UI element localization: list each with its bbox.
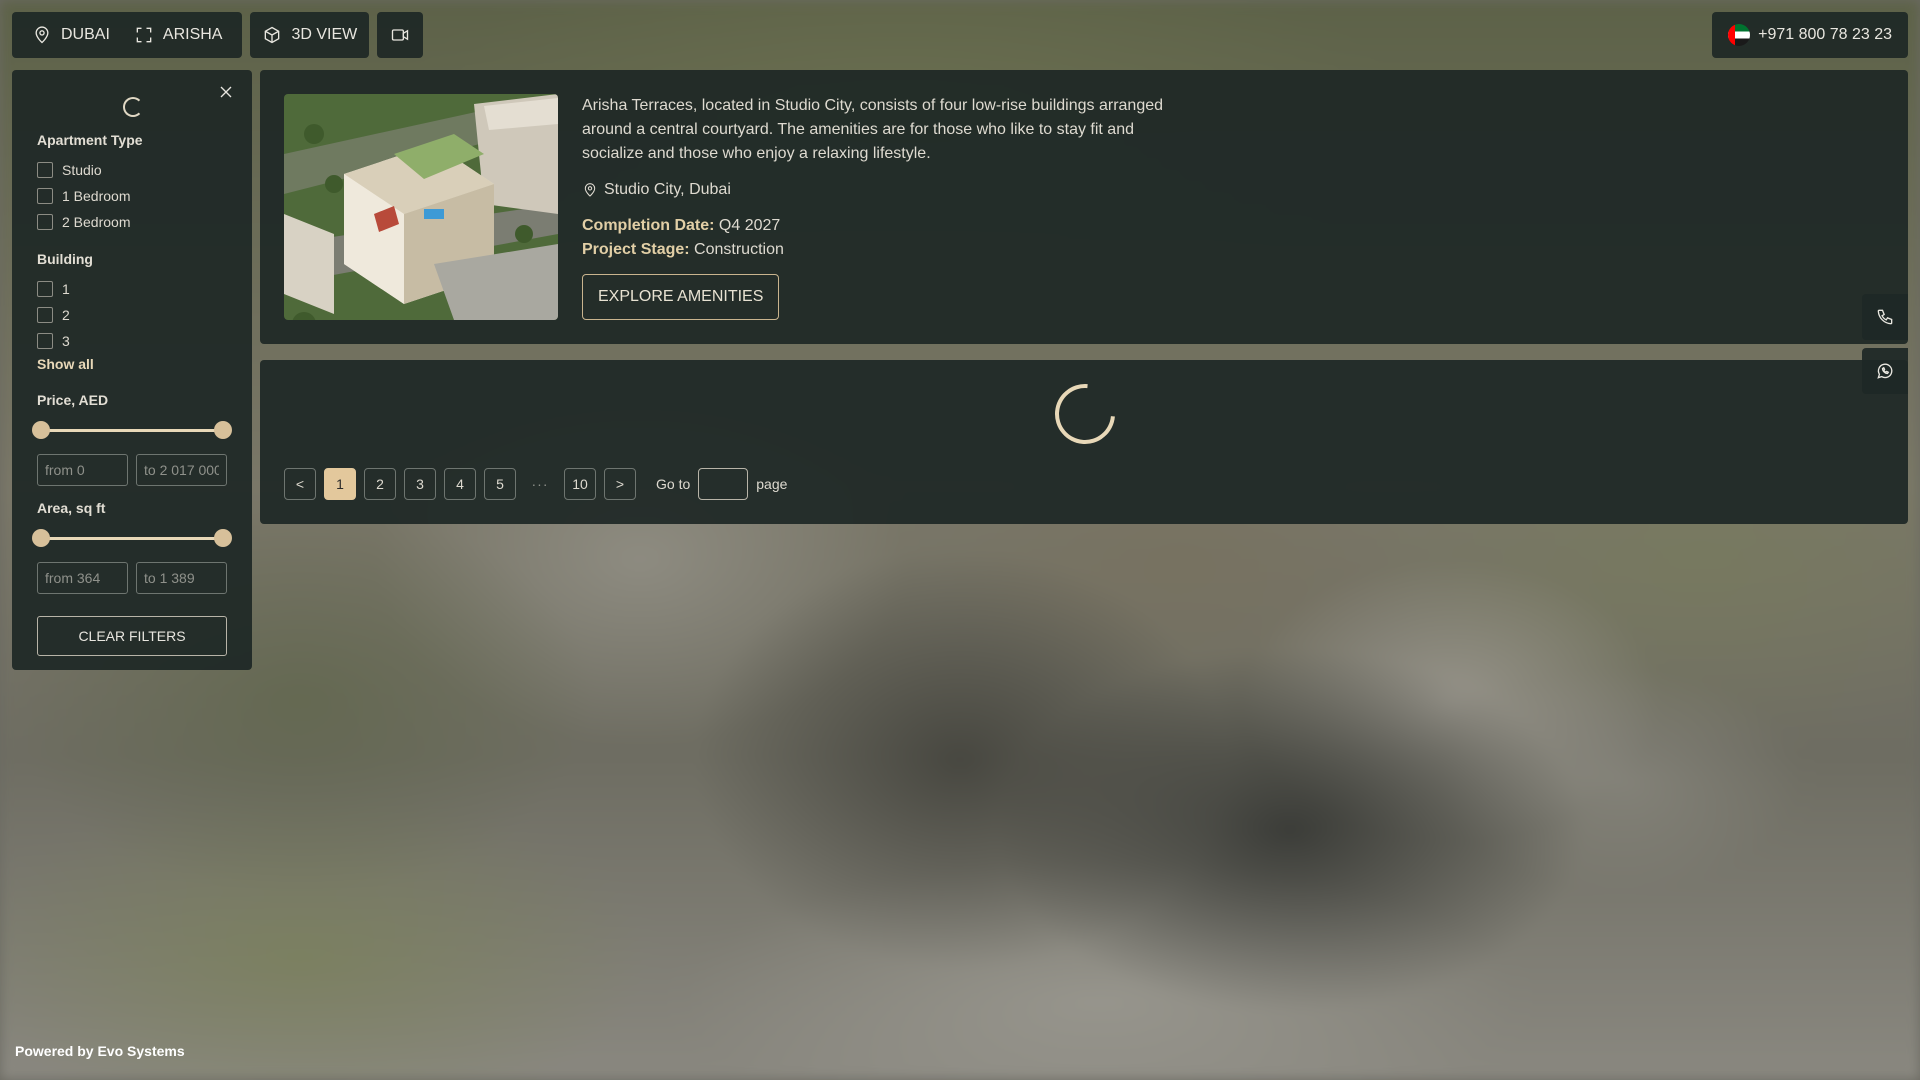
show-all-link[interactable]: Show all — [37, 356, 94, 372]
area-filter: Area, sq ft — [32, 500, 232, 594]
page-button-4[interactable]: 4 — [444, 468, 476, 500]
filter-option-1-bedroom[interactable]: 1 Bedroom — [37, 183, 227, 209]
area-range-slider[interactable] — [32, 528, 232, 548]
page-label: page — [756, 476, 788, 492]
page-button-1[interactable]: 1 — [324, 468, 356, 500]
chevron-left-icon: < — [295, 476, 305, 492]
loading-spinner — [1042, 371, 1128, 457]
project-button[interactable]: ARISHA — [122, 12, 235, 58]
apartment-type-title: Apartment Type — [37, 132, 143, 148]
3d-view-button[interactable]: 3D VIEW — [250, 12, 370, 58]
option-label: Studio — [62, 162, 102, 178]
close-filters-button[interactable] — [216, 82, 236, 102]
filter-option-building-3[interactable]: 3 — [37, 328, 227, 354]
project-info-card: Arisha Terraces, located in Studio City,… — [260, 70, 1908, 344]
checkbox[interactable] — [37, 333, 53, 349]
page-button-10[interactable]: 10 — [564, 468, 596, 500]
city-label: DUBAI — [61, 26, 110, 43]
project-description: Arisha Terraces, located in Studio City,… — [582, 97, 1164, 162]
3d-view-label: 3D VIEW — [291, 26, 358, 43]
page-ellipsis[interactable]: ··· — [524, 476, 556, 492]
option-label: 1 — [62, 281, 70, 297]
page-button-2[interactable]: 2 — [364, 468, 396, 500]
project-meta: Completion Date: Q4 2027 Project Stage: … — [582, 214, 1192, 262]
powered-by-credit: Powered by Evo Systems — [15, 1043, 185, 1059]
option-label: 2 — [62, 307, 70, 323]
range-track — [42, 537, 222, 540]
checkbox[interactable] — [37, 214, 53, 230]
next-page-button[interactable]: > — [604, 468, 636, 500]
city-button[interactable]: DUBAI — [20, 12, 122, 58]
checkbox[interactable] — [37, 162, 53, 178]
goto-page-input[interactable] — [698, 468, 749, 500]
range-max-handle[interactable] — [214, 529, 232, 547]
top-navigation: DUBAI ARISHA 3D VIEW — [12, 12, 424, 58]
filter-sidebar: Apartment Type Studio 1 Bedroom 2 Bedroo… — [12, 70, 252, 670]
price-filter: Price, AED — [32, 392, 232, 486]
fullscreen-icon — [136, 27, 152, 43]
page-button-5[interactable]: 5 — [484, 468, 516, 500]
prev-page-button[interactable]: < — [284, 468, 316, 500]
completion-label: Completion Date: — [582, 217, 715, 234]
area-title: Area, sq ft — [37, 500, 106, 516]
breadcrumb: DUBAI ARISHA — [12, 12, 243, 58]
area-from-input[interactable] — [37, 562, 128, 594]
project-rendering-image — [284, 94, 558, 320]
loading-spinner — [123, 97, 143, 117]
phone-number: +971 800 78 23 23 — [1758, 26, 1892, 43]
option-label: 2 Bedroom — [62, 214, 131, 230]
filter-option-studio[interactable]: Studio — [37, 157, 227, 183]
cube-icon — [265, 26, 280, 44]
video-button[interactable] — [377, 12, 424, 58]
price-to-input[interactable] — [136, 454, 227, 486]
completion-date: Completion Date: Q4 2027 — [582, 214, 1192, 238]
location-text: Studio City, Dubai — [604, 181, 731, 198]
filter-option-building-1[interactable]: 1 — [37, 276, 227, 302]
checkbox[interactable] — [37, 188, 53, 204]
pagination: < 1 2 3 4 5 ··· 10 > Go to page — [284, 468, 787, 500]
range-min-handle[interactable] — [32, 421, 50, 439]
goto-page: Go to page — [656, 468, 787, 500]
area-to-input[interactable] — [136, 562, 227, 594]
apartment-type-filter: Apartment Type Studio 1 Bedroom 2 Bedroo… — [37, 132, 227, 235]
phone-contact-badge[interactable]: +971 800 78 23 23 — [1712, 12, 1908, 58]
clear-filters-button[interactable]: CLEAR FILTERS — [37, 616, 227, 656]
filter-option-building-2[interactable]: 2 — [37, 302, 227, 328]
building-filter: Building 1 2 3 Show all — [37, 251, 227, 374]
project-details: Arisha Terraces, located in Studio City,… — [582, 94, 1192, 320]
price-range-slider[interactable] — [32, 420, 232, 440]
location-pin-icon — [35, 26, 49, 44]
whatsapp-button[interactable] — [1862, 348, 1908, 394]
option-label: 1 Bedroom — [62, 188, 131, 204]
video-camera-icon — [392, 29, 409, 41]
chevron-right-icon: > — [615, 476, 625, 492]
apartment-list-panel: < 1 2 3 4 5 ··· 10 > Go to page — [260, 360, 1908, 524]
project-location: Studio City, Dubai — [582, 178, 1192, 202]
filter-option-2-bedroom[interactable]: 2 Bedroom — [37, 209, 227, 235]
page-button-3[interactable]: 3 — [404, 468, 436, 500]
explore-amenities-button[interactable]: EXPLORE AMENITIES — [582, 274, 780, 320]
completion-value: Q4 2027 — [718, 217, 781, 234]
project-stage: Project Stage: Construction — [582, 238, 1192, 262]
price-from-input[interactable] — [37, 454, 128, 486]
stage-label: Project Stage: — [582, 241, 690, 258]
close-icon — [220, 86, 232, 98]
phone-icon — [1877, 309, 1893, 325]
checkbox[interactable] — [37, 281, 53, 297]
stage-value: Construction — [694, 241, 784, 258]
building-title: Building — [37, 251, 93, 267]
checkbox[interactable] — [37, 307, 53, 323]
call-button[interactable] — [1862, 294, 1908, 340]
price-title: Price, AED — [37, 392, 109, 408]
range-max-handle[interactable] — [214, 421, 232, 439]
goto-label: Go to — [656, 476, 691, 492]
uae-flag-icon — [1728, 24, 1751, 46]
project-label: ARISHA — [162, 26, 223, 43]
range-min-handle[interactable] — [32, 529, 50, 547]
location-pin-icon — [584, 183, 596, 197]
range-track — [42, 429, 222, 432]
option-label: 3 — [62, 333, 70, 349]
whatsapp-icon — [1877, 363, 1893, 379]
